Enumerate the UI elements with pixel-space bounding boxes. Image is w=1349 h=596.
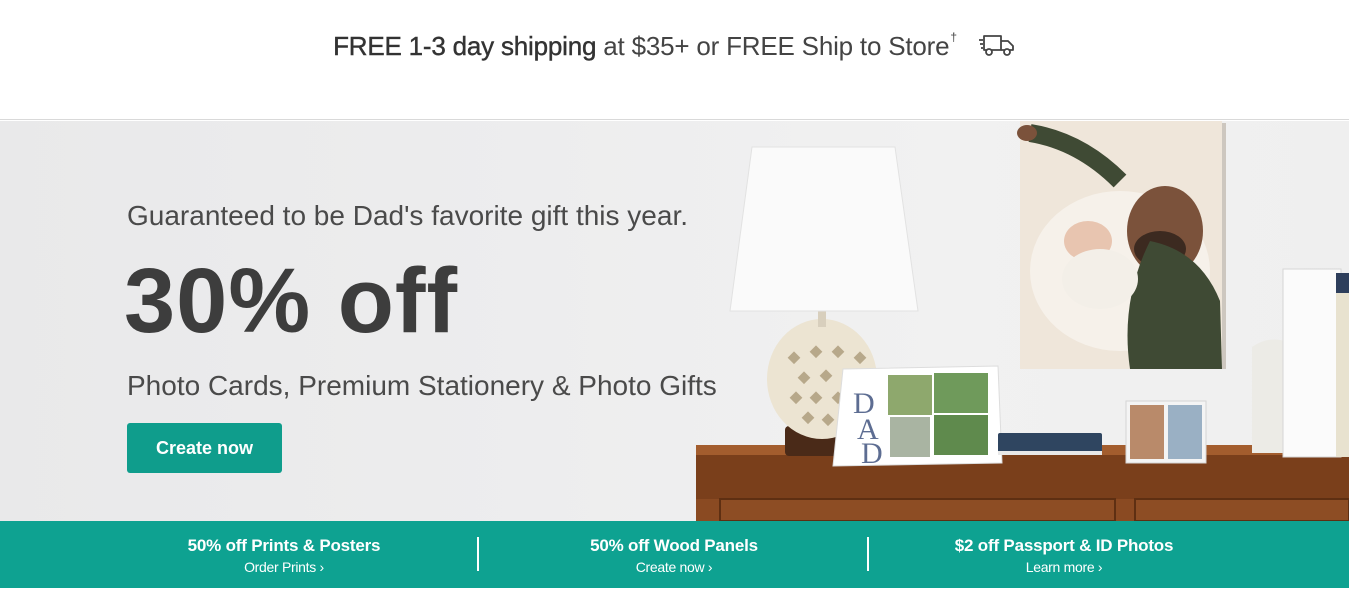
promo-prints-posters[interactable]: 50% off Prints & Posters Order Prints ›: [94, 521, 474, 588]
truck-icon: [978, 33, 1016, 64]
promo-passport-photos[interactable]: $2 off Passport & ID Photos Learn more ›: [874, 521, 1254, 588]
create-now-link[interactable]: Create now ›: [484, 559, 864, 575]
shipping-offer-rest: at $35+ or FREE Ship to Store: [596, 31, 950, 61]
shipping-message[interactable]: FREE 1-3 day shipping at $35+ or FREE Sh…: [0, 30, 1349, 64]
svg-text:D: D: [861, 437, 883, 470]
promo-divider: [867, 537, 869, 571]
hero-subline: Photo Cards, Premium Stationery & Photo …: [127, 370, 717, 401]
shipping-banner: FREE 1-3 day shipping at $35+ or FREE Sh…: [0, 0, 1349, 120]
create-now-button[interactable]: Create now: [127, 423, 282, 473]
hero-banner[interactable]: D A D Guaranteed to be Dad's favorite gi…: [0, 121, 1349, 521]
promo-strip: 50% off Prints & Posters Order Prints › …: [0, 521, 1349, 588]
page-bottom-space: [0, 588, 1349, 596]
hero-headline: 30% off: [124, 250, 459, 352]
promo-divider: [477, 537, 479, 571]
promo-wood-panels[interactable]: 50% off Wood Panels Create now ›: [484, 521, 864, 588]
footnote-mark: †: [950, 30, 957, 44]
promo-title: 50% off Prints & Posters: [187, 536, 381, 555]
learn-more-link[interactable]: Learn more ›: [874, 559, 1254, 575]
order-prints-link[interactable]: Order Prints ›: [94, 559, 474, 575]
promo-title: 50% off Wood Panels: [590, 536, 758, 555]
hero-tagline: Guaranteed to be Dad's favorite gift thi…: [127, 200, 688, 231]
promo-title: $2 off Passport & ID Photos: [954, 536, 1174, 555]
shipping-offer-bold: FREE 1-3 day shipping: [333, 31, 597, 61]
